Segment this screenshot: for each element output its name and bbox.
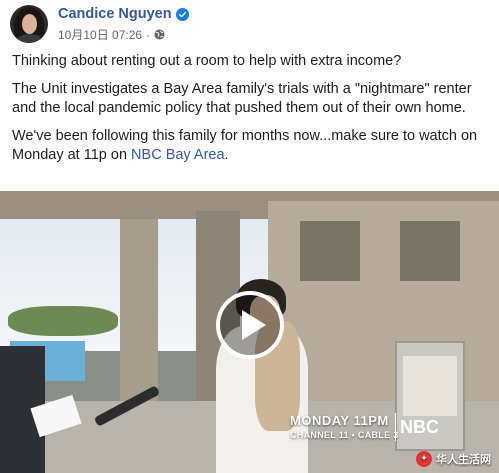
post-sub-row: 10月10日 07:26 ·	[58, 26, 189, 43]
watermark: ✦ 华人生活网	[416, 451, 491, 467]
play-icon[interactable]	[216, 291, 284, 359]
verified-badge-icon	[175, 7, 189, 21]
post-paragraph: We've been following this family for mon…	[12, 127, 490, 166]
author-name[interactable]: Candice Nguyen	[58, 6, 172, 22]
paragraph-text: .	[224, 147, 229, 163]
broadcast-divider	[395, 413, 396, 441]
post-paragraph: Thinking about renting out a room to hel…	[12, 53, 402, 69]
wechat-icon: ✦	[416, 451, 432, 467]
building-window	[300, 221, 360, 281]
meta-separator: ·	[146, 27, 151, 42]
name-row: Candice Nguyen	[58, 5, 189, 23]
avatar[interactable]	[10, 5, 48, 43]
broadcast-info: MONDAY 11PM CHANNEL 11 • CABLE 3	[290, 413, 399, 440]
post-header: Candice Nguyen 10月10日 07:26 ·	[10, 5, 490, 43]
building-window	[400, 221, 460, 281]
nbc-bay-area-link[interactable]: NBC Bay Area	[131, 147, 225, 163]
post-text: Thinking about renting out a room to hel…	[12, 52, 490, 174]
post-meta: Candice Nguyen 10月10日 07:26 ·	[58, 5, 189, 43]
watermark-text: 华人生活网	[436, 453, 491, 466]
nbc-logo: NBC	[400, 417, 439, 437]
mailbox-label	[403, 356, 457, 416]
video-player[interactable]: MONDAY 11PM CHANNEL 11 • CABLE 3 NBC ✦ 华…	[0, 191, 499, 473]
broadcast-title: MONDAY 11PM	[290, 413, 389, 428]
post-timestamp[interactable]: 10月10日 07:26	[58, 26, 142, 43]
post-paragraph: The Unit investigates a Bay Area family'…	[12, 80, 472, 117]
globe-icon[interactable]	[154, 29, 165, 40]
trees	[8, 306, 118, 336]
broadcast-subtitle: CHANNEL 11 • CABLE 3	[290, 430, 399, 440]
paragraph-text: We've been following this family for mon…	[12, 127, 478, 164]
